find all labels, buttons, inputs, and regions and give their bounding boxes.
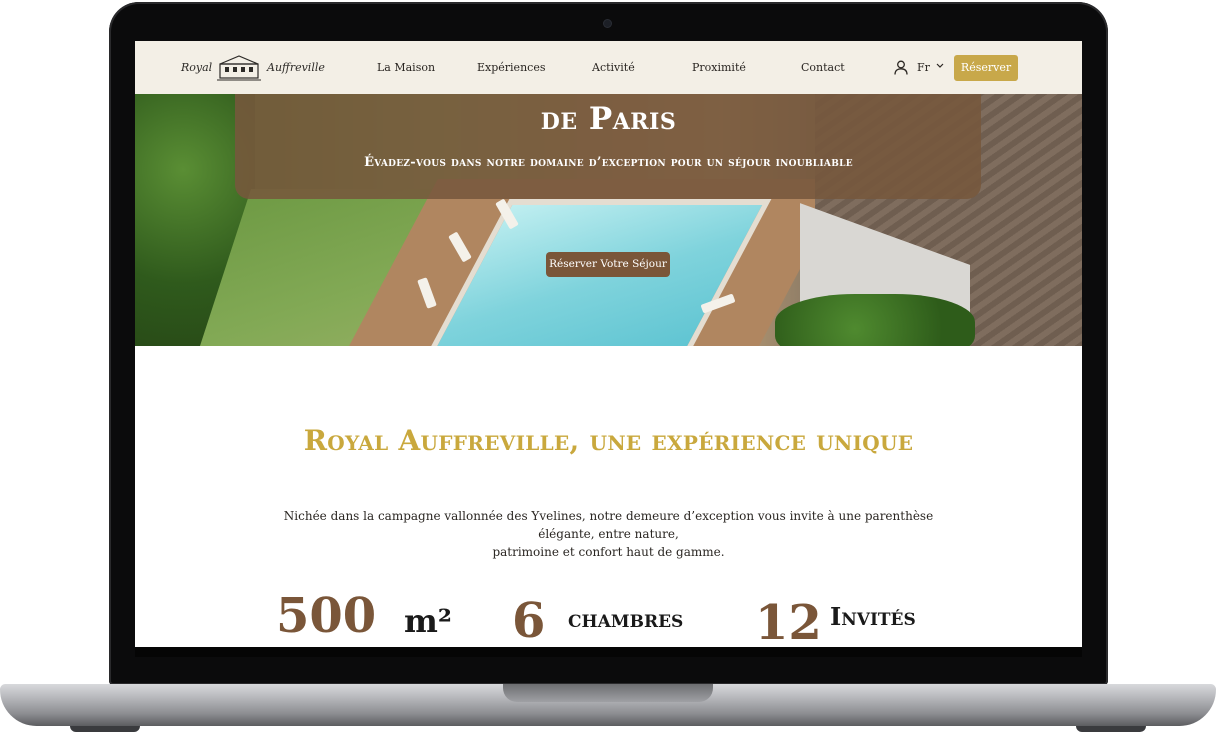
language-selector[interactable]: Fr (917, 61, 930, 74)
nav-item-experiences[interactable]: Expériences (477, 61, 545, 74)
site-logo[interactable]: Royal Auffreville (181, 53, 325, 83)
webcam-icon (604, 20, 611, 27)
user-icon[interactable] (894, 60, 908, 75)
nav-item-contact[interactable]: Contact (801, 61, 845, 74)
stat-guests-label: Invités (830, 602, 916, 631)
browser-screen: Royal Auffreville La Maison Expériences … (135, 41, 1082, 647)
reserve-button[interactable]: Réserver (954, 55, 1018, 81)
intro-line-2: patrimoine et confort haut de gamme. (492, 545, 725, 559)
laptop-foot-right (1076, 726, 1146, 732)
hero-bush (775, 294, 975, 346)
section-title: Royal Auffreville, une expérience unique (303, 424, 914, 457)
stat-guests-value: 12 (755, 595, 822, 647)
screen-bottom-bezel (135, 647, 1082, 657)
laptop-notch (503, 684, 713, 702)
top-navigation: Royal Auffreville La Maison Expériences … (135, 41, 1082, 94)
logo-text-left: Royal (181, 61, 213, 74)
laptop-foot-left (70, 726, 140, 732)
intro-paragraph: Nichée dans la campagne vallonnée des Yv… (260, 507, 957, 561)
nav-item-activite[interactable]: Activité (592, 61, 635, 74)
stat-rooms-value: 6 (512, 593, 546, 647)
chevron-down-icon[interactable] (936, 63, 944, 69)
nav-item-proximite[interactable]: Proximité (692, 61, 746, 74)
hero-subtitle: Évadez-vous dans notre domaine d’excepti… (364, 155, 853, 170)
stat-rooms-label: chambres (568, 604, 684, 633)
logo-text-right: Auffreville (267, 61, 325, 74)
stat-area-label: m² (404, 602, 452, 640)
stat-area-value: 500 (276, 588, 377, 644)
nav-item-la-maison[interactable]: La Maison (377, 61, 435, 74)
book-stay-button[interactable]: Réserver Votre Séjour (546, 252, 670, 277)
hero-title: de Paris (540, 101, 677, 137)
intro-line-1: Nichée dans la campagne vallonnée des Yv… (283, 509, 934, 541)
house-logo-icon (217, 55, 261, 81)
hero-section: de Paris Évadez-vous dans notre domaine … (135, 94, 1082, 346)
